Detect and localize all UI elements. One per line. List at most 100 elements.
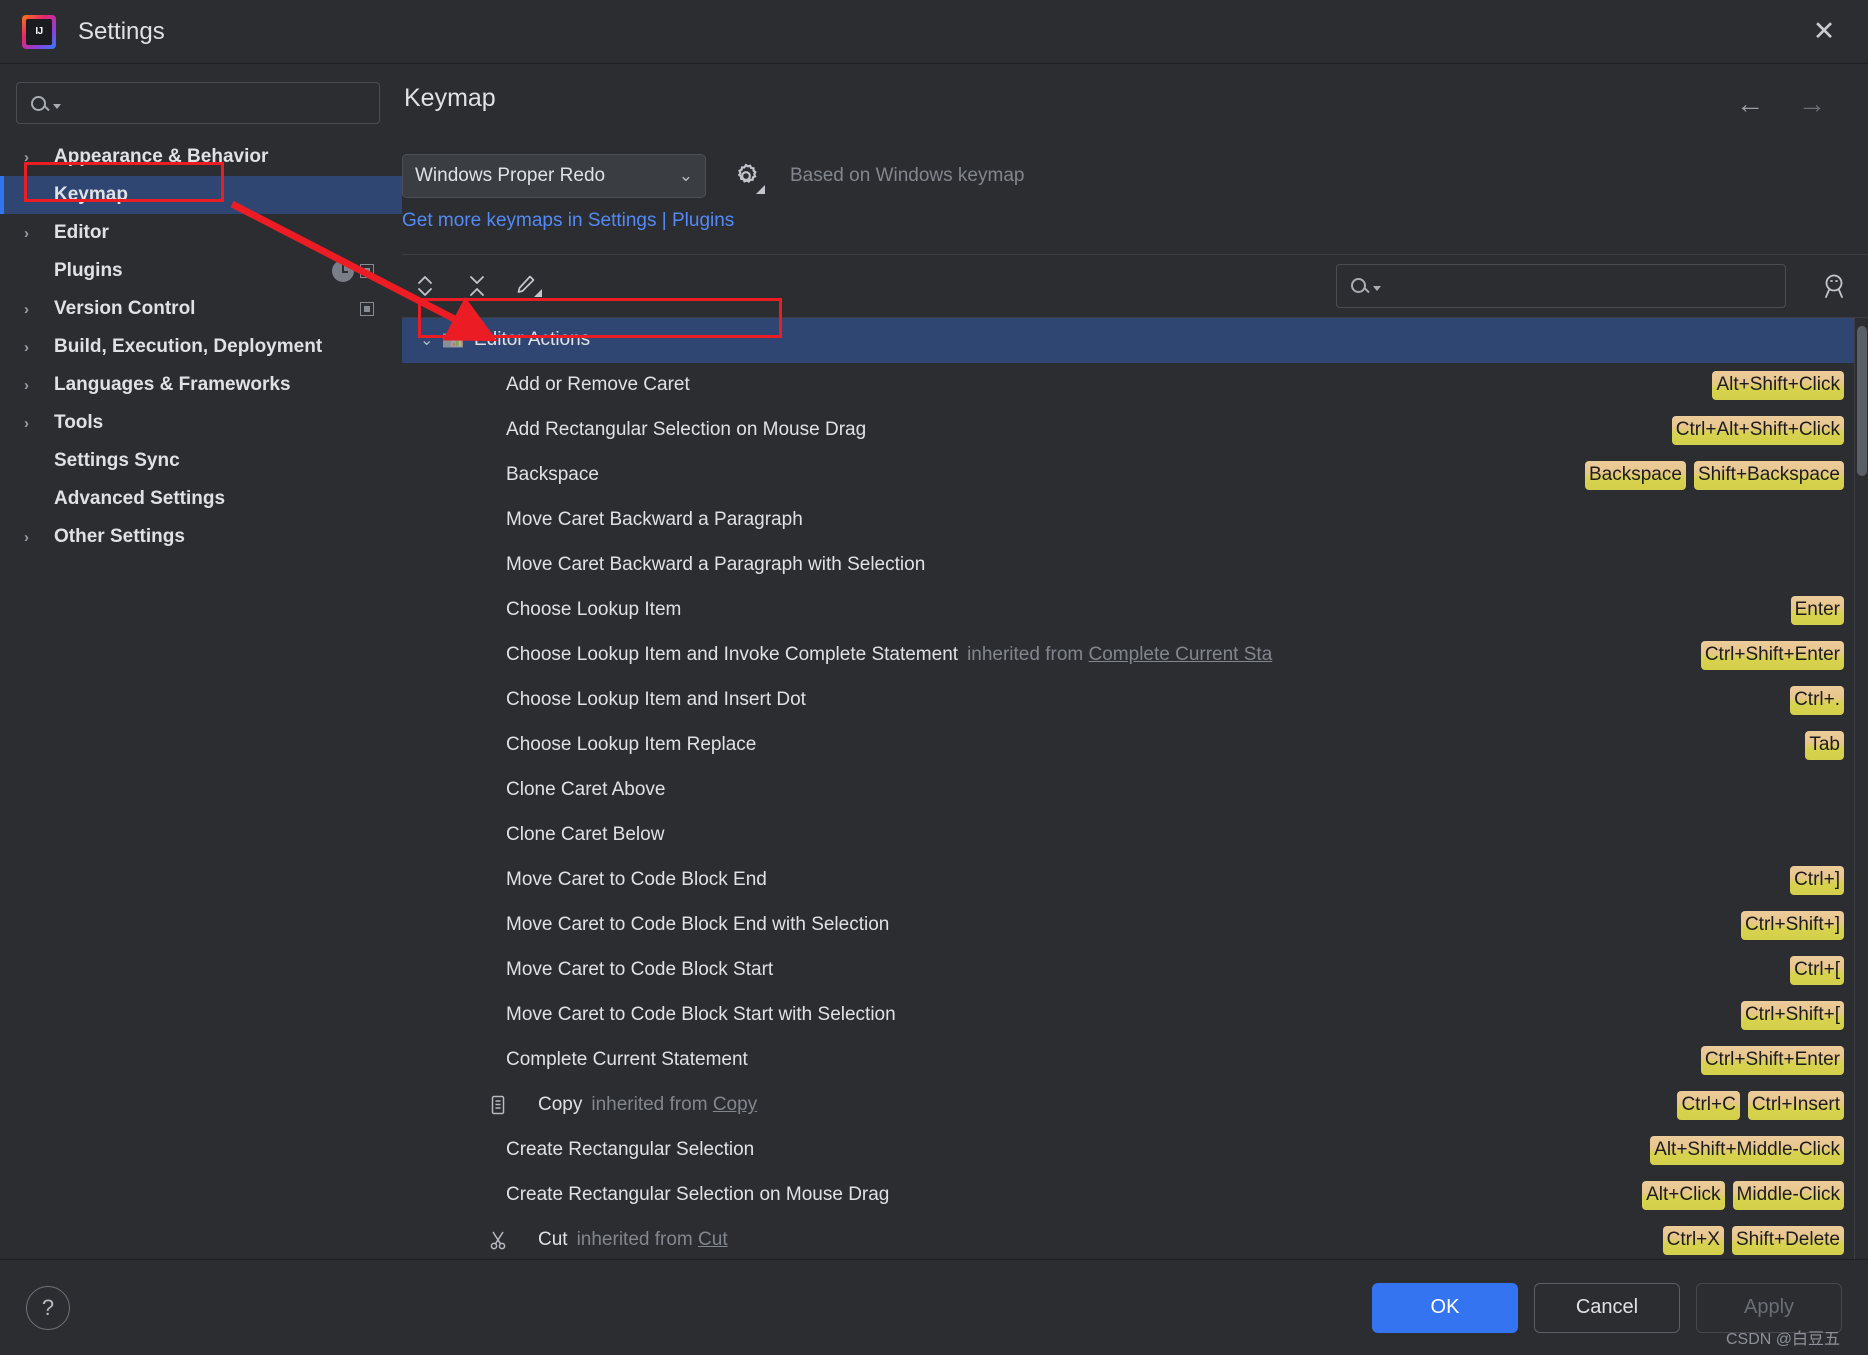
collapse-all-button[interactable] [454,266,500,306]
keymap-select[interactable]: Windows Proper Redo ⌄ [402,154,706,198]
shortcut-badge[interactable]: Ctrl+Shift+Enter [1700,640,1844,670]
action-row[interactable]: Choose Lookup Item Enter [402,588,1854,633]
settings-search-input[interactable] [67,93,369,113]
shortcut-badge[interactable]: Ctrl+. [1790,685,1844,715]
keymap-action-list: ⌄ Editor Actions Add or Remove Caret Alt… [402,316,1868,1259]
sidebar-search-box[interactable] [16,82,380,124]
shortcut-badge[interactable]: Shift+Backspace [1693,460,1844,490]
action-row[interactable]: Clone Caret Below [402,813,1854,858]
forward-arrow-icon[interactable]: → [1798,90,1826,118]
action-row[interactable]: Add or Remove Caret Alt+Shift+Click [402,363,1854,408]
sidebar-item-label: Plugins [54,260,123,281]
action-row[interactable]: Choose Lookup Item and Invoke Complete S… [402,633,1854,678]
page-title: Keymap [404,84,496,112]
sidebar-item-editor[interactable]: › Editor [0,214,402,252]
action-name: Choose Lookup Item and Insert Dot [506,689,806,711]
shortcut-badge[interactable]: Alt+Shift+Middle-Click [1650,1135,1844,1165]
action-row[interactable]: Add Rectangular Selection on Mouse Drag … [402,408,1854,453]
ok-button[interactable]: OK [1372,1282,1518,1333]
action-row[interactable]: Cut inherited from Cut Ctrl+X Shift+Dele… [402,1218,1854,1259]
action-row[interactable]: Move Caret to Code Block Start Ctrl+[ [402,948,1854,993]
keymap-settings-gear-button[interactable] [728,158,765,194]
shortcut-badge[interactable]: Ctrl+Shift+[ [1740,1000,1844,1030]
action-row[interactable]: Choose Lookup Item and Insert Dot Ctrl+. [402,678,1854,723]
chevron-right-icon: › [24,224,29,242]
shortcut-badge[interactable]: Ctrl+C [1677,1090,1740,1120]
shortcut-list: Ctrl+Shift+] [1740,910,1854,940]
action-row[interactable]: Complete Current Statement Ctrl+Shift+En… [402,1038,1854,1083]
shortcut-badge[interactable]: Alt+Click [1642,1180,1725,1210]
action-row[interactable]: Move Caret to Code Block End Ctrl+] [402,858,1854,903]
sidebar-item-advanced-settings[interactable]: › Advanced Settings [0,480,402,518]
sidebar-item-other-settings[interactable]: › Other Settings [0,518,402,556]
shortcut-badge[interactable]: Enter [1790,595,1844,625]
shortcut-list: Backspace Shift+Backspace [1584,460,1854,490]
keymap-search-box[interactable] [1336,263,1786,308]
inherited-source-link[interactable]: Cut [698,1229,728,1250]
shortcut-badge[interactable]: Alt+Shift+Click [1712,370,1844,400]
collapse-all-icon [470,275,484,296]
action-row[interactable]: Choose Lookup Item Replace Tab [402,723,1854,768]
action-row[interactable]: Move Caret Backward a Paragraph with Sel… [402,543,1854,588]
sidebar-item-tools[interactable]: › Tools [0,404,402,442]
help-button[interactable]: ? [26,1285,70,1330]
nav-arrows: ← → [1736,84,1844,118]
sidebar-item-keymap[interactable]: › Keymap [0,176,402,214]
get-more-keymaps-link[interactable]: Get more keymaps in Settings | Plugins [402,210,1868,232]
shortcut-badge[interactable]: Middle-Click [1732,1180,1844,1210]
action-name: Move Caret Backward a Paragraph with Sel… [506,554,926,576]
sidebar-item-version-control[interactable]: › Version Control [0,290,402,328]
action-name: Copy [538,1094,583,1116]
action-row[interactable]: Copy inherited from Copy Ctrl+C Ctrl+Ins… [402,1083,1854,1128]
action-row[interactable]: Move Caret Backward a Paragraph [402,498,1854,543]
action-row[interactable]: Backspace Backspace Shift+Backspace [402,453,1854,498]
scrollbar-thumb[interactable] [1857,325,1867,476]
action-name: Create Rectangular Selection on Mouse Dr… [506,1184,890,1206]
action-row[interactable]: Clone Caret Above [402,768,1854,813]
shortcut-list: Enter [1790,595,1854,625]
shortcut-badge[interactable]: Ctrl+Alt+Shift+Click [1671,415,1844,445]
shortcut-list: Ctrl+] [1790,865,1854,895]
sidebar-item-languages-frameworks[interactable]: › Languages & Frameworks [0,366,402,404]
inherited-source-link[interactable]: Complete Current Sta [1089,644,1273,665]
keymap-select-value: Windows Proper Redo [415,165,606,186]
find-action-by-shortcut-button[interactable] [1810,264,1862,308]
action-name: Cut [538,1229,568,1251]
shortcut-badge[interactable]: Ctrl+[ [1790,955,1844,985]
close-icon[interactable]: ✕ [1802,10,1846,54]
cancel-button[interactable]: Cancel [1534,1282,1680,1333]
window-restore-icon [360,264,374,278]
sidebar-item-label: Version Control [54,298,196,319]
action-row[interactable]: Create Rectangular Selection on Mouse Dr… [402,1173,1854,1218]
chevron-right-icon: › [24,376,29,394]
shortcut-badge[interactable]: Ctrl+Shift+Enter [1700,1045,1844,1075]
shortcut-badge[interactable]: Ctrl+X [1662,1225,1724,1255]
shortcut-badge[interactable]: Ctrl+] [1790,865,1844,895]
inherited-source-link[interactable]: Copy [713,1094,757,1115]
edit-shortcut-button[interactable] [506,266,552,306]
shortcut-badge[interactable]: Tab [1805,730,1844,760]
sidebar-item-build-execution-deployment[interactable]: › Build, Execution, Deployment [0,328,402,366]
sidebar-item-label: Tools [54,412,104,433]
watermark: CSDN @白豆五 [1725,1331,1840,1348]
action-row[interactable]: Create Rectangular Selection Alt+Shift+M… [402,1128,1854,1173]
editor-actions-folder-icon [442,330,464,350]
sidebar-item-appearance-behavior[interactable]: › Appearance & Behavior [0,138,402,176]
action-row[interactable]: Move Caret to Code Block Start with Sele… [402,993,1854,1038]
sidebar-item-plugins[interactable]: › Plugins [0,252,402,290]
shortcut-badge[interactable]: Backspace [1584,460,1686,490]
expand-all-button[interactable] [402,266,448,306]
sidebar-item-settings-sync[interactable]: › Settings Sync [0,442,402,480]
shortcut-badge[interactable]: Ctrl+Shift+] [1740,910,1844,940]
action-list-scrollbar[interactable] [1854,317,1868,1259]
group-label: Editor Actions [474,329,591,351]
back-arrow-icon[interactable]: ← [1736,90,1764,118]
search-icon [31,95,46,111]
shortcut-list: Ctrl+Shift+[ [1740,1000,1854,1030]
keymap-search-input[interactable] [1387,275,1775,296]
tree-group-editor-actions[interactable]: ⌄ Editor Actions [402,317,1854,363]
shortcut-badge[interactable]: Ctrl+Insert [1747,1090,1844,1120]
action-row[interactable]: Move Caret to Code Block End with Select… [402,903,1854,948]
spacer-icon: › [24,187,46,204]
shortcut-badge[interactable]: Shift+Delete [1731,1225,1844,1255]
